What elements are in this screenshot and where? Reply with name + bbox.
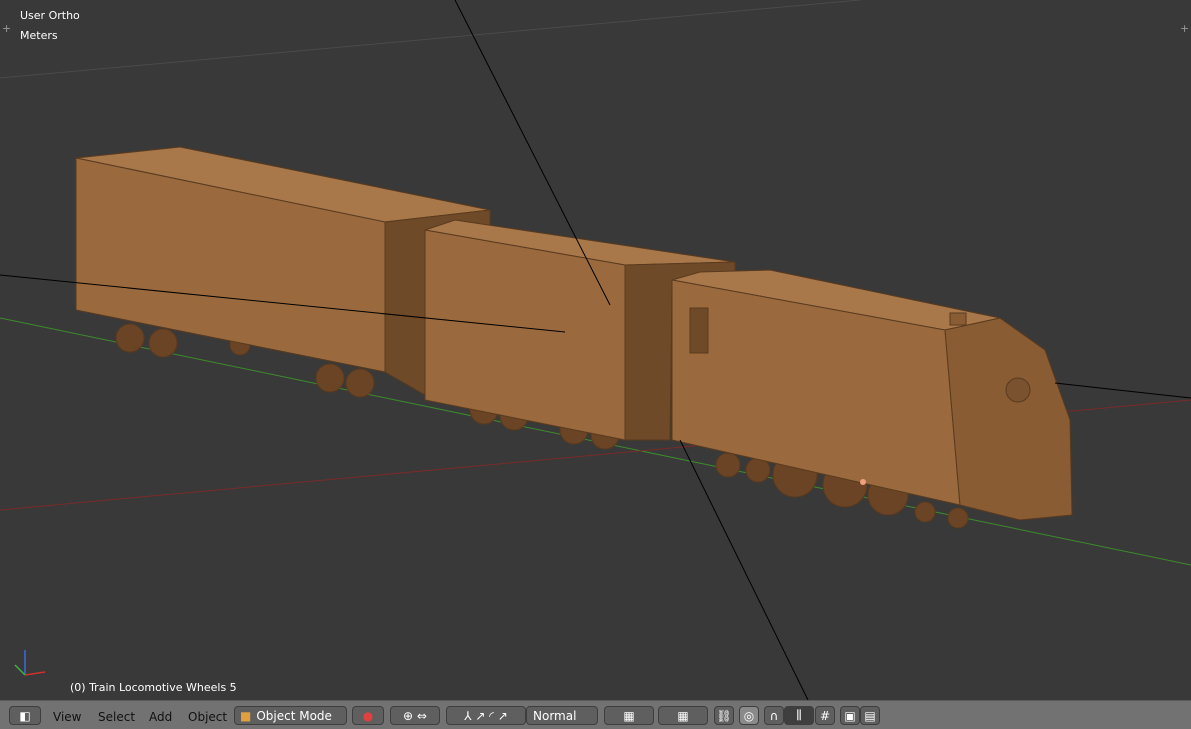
magnet-icon: ∩: [769, 708, 779, 723]
render-animation-button[interactable]: ▤: [860, 706, 880, 725]
menu-select[interactable]: Select: [98, 710, 135, 724]
camera-icon: ▣: [844, 708, 856, 723]
cube-icon: ◧: [19, 708, 31, 723]
menu-view[interactable]: View: [53, 710, 81, 724]
clapper-icon: ▤: [864, 708, 876, 723]
editor-type-button[interactable]: ◧: [9, 706, 41, 725]
active-object-label: (0) Train Locomotive Wheels 5: [70, 681, 237, 694]
snap-target-button[interactable]: #: [815, 706, 835, 725]
scene: [0, 0, 1191, 700]
circle-icon: ◎: [743, 708, 755, 723]
layers-icon: ▦: [623, 708, 635, 723]
lock-layers-button[interactable]: ⛓: [714, 706, 734, 725]
layers-grid-2[interactable]: ▦: [658, 706, 708, 725]
car2-side: [424, 229, 626, 441]
object-cube-icon: ■: [240, 708, 252, 723]
grid-line: [0, 0, 861, 79]
3d-viewport[interactable]: User Ortho Meters (0) Train Locomotive W…: [0, 0, 1191, 700]
layers-grid-1[interactable]: ▦: [604, 706, 654, 725]
loco-headlight: [1005, 377, 1031, 403]
orientation-select[interactable]: Normal: [526, 706, 598, 725]
loco-nose: [944, 317, 1073, 521]
viewport-header: ◧ View Select Add Object ■ Object Mode ● …: [0, 700, 1191, 729]
manipulator-icon: ⅄ ↗ ◜ ↗: [464, 708, 508, 723]
snap-element-select[interactable]: ⫼: [784, 706, 814, 725]
render-button[interactable]: ▣: [840, 706, 860, 725]
manipulator-buttons[interactable]: ⅄ ↗ ◜ ↗: [446, 706, 526, 725]
region-toggle-icon[interactable]: +: [1180, 22, 1189, 35]
shading-select[interactable]: ●: [352, 706, 384, 725]
snap-toggle[interactable]: ∩: [764, 706, 784, 725]
object-origin: [860, 479, 866, 485]
snap-icon: ⫼: [796, 708, 802, 722]
train: [75, 146, 1073, 529]
proportional-edit-button[interactable]: ◎: [739, 706, 759, 725]
grid-icon: #: [819, 708, 831, 723]
axis-gizmo: [14, 650, 46, 676]
pivot-select[interactable]: ⊕ ⇔: [390, 706, 440, 725]
loco-window: [689, 307, 709, 354]
pivot-icon: ⊕ ⇔: [403, 708, 427, 723]
view-name: User Ortho: [20, 9, 80, 22]
menu-add[interactable]: Add: [149, 710, 172, 724]
units-label: Meters: [20, 29, 58, 42]
loco-chimney: [949, 312, 967, 326]
menu-object[interactable]: Object: [188, 710, 227, 724]
shading-sphere-icon: ●: [362, 708, 374, 723]
region-toggle-icon[interactable]: +: [2, 22, 11, 35]
mode-select[interactable]: ■ Object Mode: [234, 706, 347, 725]
link-icon: ⛓: [716, 708, 732, 723]
layers-icon: ▦: [677, 708, 689, 723]
